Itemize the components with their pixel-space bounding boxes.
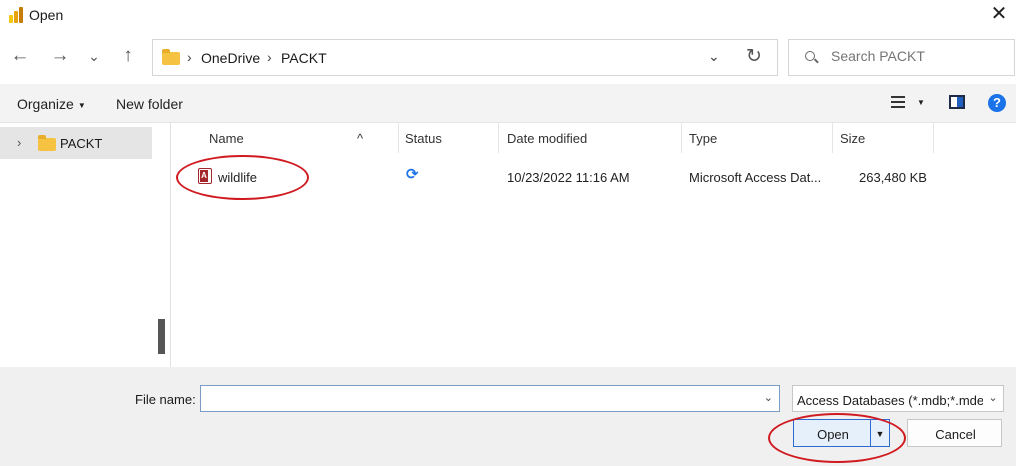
open-button-label: Open bbox=[817, 427, 849, 442]
sidebar-item-label: PACKT bbox=[60, 136, 103, 151]
open-options-dropdown-icon[interactable]: ▼ bbox=[871, 419, 890, 447]
search-box[interactable] bbox=[788, 39, 1015, 76]
file-type: Microsoft Access Dat... bbox=[689, 170, 822, 185]
sort-ascending-icon: ^ bbox=[357, 131, 364, 146]
close-icon[interactable]: ✕ bbox=[988, 3, 1010, 25]
view-dropdown-icon[interactable]: ▼ bbox=[917, 98, 925, 107]
search-input[interactable] bbox=[831, 48, 1006, 64]
chevron-down-icon[interactable]: ⌄ bbox=[983, 386, 1003, 411]
title-bar: Open ✕ bbox=[0, 0, 1016, 30]
navigation-bar: ← → ⌄ ↑ › OneDrive › PACKT ⌄ ↻ bbox=[0, 30, 1016, 84]
up-arrow-icon[interactable]: ↑ bbox=[116, 44, 140, 68]
folder-icon bbox=[38, 135, 56, 151]
power-bi-icon bbox=[8, 7, 24, 23]
sync-icon: ⟳ bbox=[406, 166, 419, 183]
back-arrow-icon[interactable]: ← bbox=[8, 44, 32, 68]
column-header-date-modified[interactable]: Date modified bbox=[499, 123, 682, 153]
help-icon[interactable]: ? bbox=[988, 94, 1006, 112]
sidebar-item-packt[interactable]: › PACKT bbox=[0, 127, 152, 159]
search-icon bbox=[805, 51, 815, 61]
address-bar[interactable]: › OneDrive › PACKT ⌄ ↻ bbox=[152, 39, 778, 76]
file-size: 263,480 KB bbox=[859, 170, 927, 185]
open-button[interactable]: Open bbox=[793, 419, 871, 447]
navigation-pane: › PACKT bbox=[0, 123, 171, 367]
column-header-label: Type bbox=[689, 131, 718, 146]
column-header-status[interactable]: Status bbox=[399, 123, 499, 153]
breadcrumb-onedrive[interactable]: OneDrive bbox=[201, 50, 260, 66]
command-toolbar: Organize ▼ New folder ▼ ? bbox=[0, 84, 1016, 123]
preview-pane-icon[interactable] bbox=[949, 95, 965, 109]
view-options-icon[interactable] bbox=[891, 94, 907, 110]
forward-arrow-icon[interactable]: → bbox=[48, 44, 72, 68]
recent-locations-chevron-icon[interactable]: ⌄ bbox=[82, 44, 106, 68]
file-list: Name ^ Status Date modified Type Size wi… bbox=[172, 123, 1016, 367]
sidebar-scrollbar-thumb[interactable] bbox=[158, 319, 165, 354]
column-header-label: Size bbox=[840, 131, 866, 146]
dialog-footer: File name: ⌄ Access Databases (*.mdb;*.m… bbox=[0, 367, 1016, 466]
file-name-field[interactable]: ⌄ bbox=[200, 385, 780, 412]
file-date-modified: 10/23/2022 11:16 AM bbox=[507, 170, 630, 185]
new-folder-button[interactable]: New folder bbox=[116, 96, 183, 112]
column-header-label: Status bbox=[405, 131, 442, 146]
organize-label: Organize bbox=[17, 96, 74, 112]
organize-menu[interactable]: Organize ▼ bbox=[17, 96, 86, 112]
chevron-down-icon[interactable]: ⌄ bbox=[764, 391, 773, 404]
file-type-select[interactable]: Access Databases (*.mdb;*.mde ⌄ bbox=[792, 385, 1004, 412]
refresh-icon[interactable]: ↻ bbox=[746, 45, 762, 68]
expand-chevron-icon[interactable]: › bbox=[17, 135, 21, 150]
cancel-button[interactable]: Cancel bbox=[907, 419, 1002, 447]
column-header-name[interactable]: Name ^ bbox=[172, 123, 399, 153]
column-header-label: Name bbox=[209, 131, 244, 146]
folder-icon bbox=[162, 49, 180, 65]
window-title: Open bbox=[29, 7, 64, 23]
breadcrumb-packt[interactable]: PACKT bbox=[281, 50, 327, 66]
breadcrumb-separator: › bbox=[267, 49, 272, 65]
dropdown-arrow-icon: ▼ bbox=[77, 100, 86, 110]
table-row[interactable]: wildlife ⟳ 10/23/2022 11:16 AM Microsoft… bbox=[172, 161, 1016, 191]
breadcrumb-separator: › bbox=[187, 49, 192, 65]
file-name-input[interactable] bbox=[205, 390, 745, 405]
file-name-label: File name: bbox=[135, 392, 196, 407]
file-name[interactable]: wildlife bbox=[218, 170, 257, 185]
column-header-type[interactable]: Type bbox=[682, 123, 833, 153]
cancel-button-label: Cancel bbox=[935, 427, 976, 442]
access-database-icon bbox=[198, 168, 212, 184]
file-type-value: Access Databases (*.mdb;*.mde bbox=[797, 393, 985, 408]
address-dropdown-icon[interactable]: ⌄ bbox=[708, 48, 720, 65]
column-header-size[interactable]: Size bbox=[833, 123, 934, 153]
column-header-label: Date modified bbox=[507, 131, 588, 146]
